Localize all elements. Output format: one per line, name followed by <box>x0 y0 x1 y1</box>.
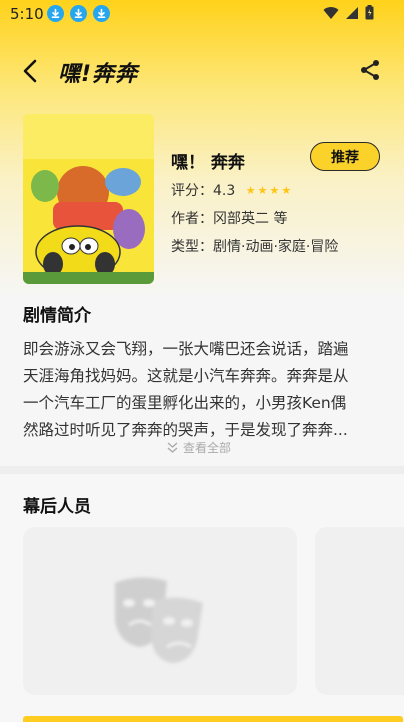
status-bar: 5:10 <box>0 0 404 28</box>
genre-label: 类型： <box>171 239 213 255</box>
theater-masks-icon <box>115 577 203 663</box>
cellular-icon <box>346 6 358 19</box>
staff-card[interactable] <box>315 527 404 695</box>
share-icon <box>361 60 379 80</box>
rating-value: 4.3 <box>213 183 236 199</box>
wifi-icon <box>323 6 339 19</box>
nav-bar: 嘿!奔奔 <box>0 50 404 92</box>
genre-row: 类型：剧情·动画·家庭·冒险 <box>171 236 338 256</box>
synopsis-heading: 剧情简介 <box>23 306 91 326</box>
notification-icons <box>47 5 110 22</box>
page-title: 嘿!奔奔 <box>58 62 139 87</box>
synopsis-line: 天涯海角找妈妈。这就是小汽车奔奔。奔奔是从 <box>23 367 349 385</box>
expand-synopsis-button[interactable]: 查看全部 <box>166 439 231 456</box>
staff-card[interactable] <box>23 527 297 695</box>
system-icons <box>323 5 374 20</box>
battery-icon <box>365 5 374 20</box>
back-button[interactable] <box>18 58 44 84</box>
download-icon <box>47 5 64 22</box>
author-row: 作者：冈部英二 等 <box>171 208 287 228</box>
synopsis-line: 即会游泳又会飞翔，一张大嘴巴还会说话，踏遍 <box>23 340 349 358</box>
chevron-left-icon <box>23 59 37 83</box>
genre-value: 剧情·动画·家庭·冒险 <box>213 239 339 255</box>
bottom-accent-bar <box>23 716 403 722</box>
star-icon: ★ <box>245 184 256 197</box>
star-icon: ★ <box>257 184 268 197</box>
anime-title: 嘿！ 奔奔 <box>171 153 245 173</box>
status-time: 5:10 <box>10 5 44 23</box>
share-button[interactable] <box>358 58 382 82</box>
recommend-button[interactable]: 推荐 <box>310 142 380 171</box>
download-icon <box>93 5 110 22</box>
synopsis-text: 即会游泳又会飞翔，一张大嘴巴还会说话，踏遍 天涯海角找妈妈。这就是小汽车奔奔。奔… <box>23 336 381 444</box>
star-icon: ★ <box>269 184 280 197</box>
section-divider <box>0 466 404 474</box>
anime-poster[interactable] <box>23 114 154 284</box>
rating-row: 评分：4.3 ★ ★ ★ ★ <box>171 180 291 200</box>
poster-image <box>23 114 154 284</box>
rating-stars: ★ ★ ★ ★ <box>246 184 292 197</box>
download-icon <box>70 5 87 22</box>
author-label: 作者： <box>171 211 213 227</box>
double-chevron-down-icon <box>167 442 178 453</box>
star-icon: ★ <box>281 184 292 197</box>
synopsis-line: 一个汽车工厂的蛋里孵化出来的，小男孩Ken偶 <box>23 394 347 412</box>
expand-label: 查看全部 <box>183 441 232 455</box>
staff-heading: 幕后人员 <box>23 497 91 517</box>
rating-label: 评分： <box>171 183 213 199</box>
author-value: 冈部英二 等 <box>213 211 288 227</box>
